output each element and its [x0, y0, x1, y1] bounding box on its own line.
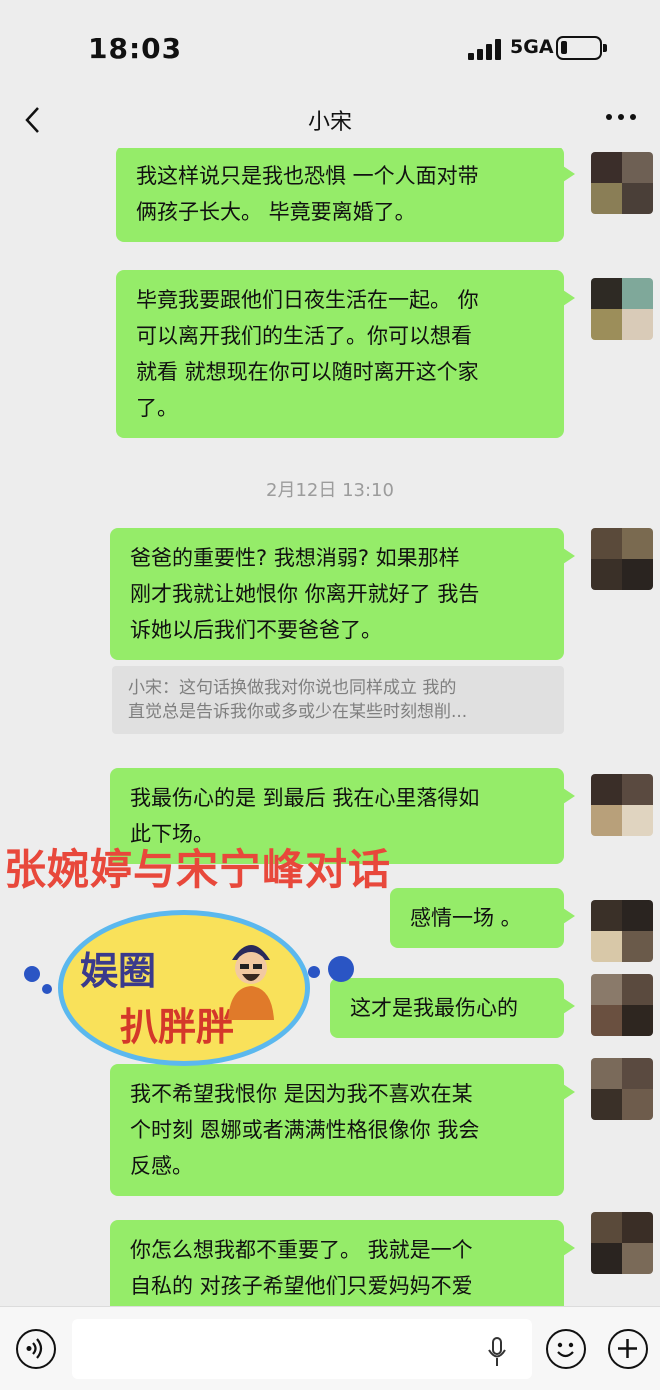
network-label: 5GA [510, 36, 554, 58]
message-bubble[interactable]: 毕竟我要跟他们日夜生活在一起。 你可以离开我们的生活了。你可以想看 就看 就想现… [116, 270, 575, 438]
message-timestamp: 2月12日 13:10 [266, 480, 394, 501]
voice-icon[interactable] [16, 1329, 56, 1369]
input-bar [0, 1306, 660, 1390]
avatar[interactable] [591, 1058, 653, 1120]
watermark-caption: 张婉婷与宋宁峰对话 [4, 845, 392, 894]
plus-icon[interactable] [608, 1329, 648, 1369]
logo-text: 娱圈 [80, 949, 157, 993]
signal-icon [468, 38, 502, 60]
avatar[interactable] [591, 774, 653, 836]
avatar[interactable] [591, 900, 653, 962]
avatar[interactable] [591, 528, 653, 590]
message-bubble[interactable]: 这才是我最伤心的 [330, 978, 575, 1038]
logo-text: 扒胖胖 [120, 1005, 235, 1049]
microphone-icon[interactable] [488, 1337, 506, 1367]
nav-bar: 小宋 [0, 96, 660, 148]
status-time: 18:03 [88, 32, 183, 65]
quoted-reply[interactable]: 小宋：这句话换做我对你说也同样成立 我的 直觉总是告诉我你或多或少在某些时刻想削… [112, 666, 564, 734]
more-dots-icon[interactable] [606, 114, 636, 122]
avatar[interactable] [591, 1212, 653, 1274]
chat-title: 小宋 [307, 110, 352, 135]
battery-icon [556, 36, 607, 60]
message-bubble[interactable]: 爸爸的重要性? 我想消弱? 如果那样 刚才我就让她恨你 你离开就好了 我告 诉她以… [110, 528, 575, 660]
cartoon-avatar-icon [228, 945, 274, 1020]
message-bubble[interactable]: 你怎么想我都不重要了。 我就是一个 自私的 对孩子希望他们只爱妈妈不爱 [110, 1220, 575, 1306]
message-bubble[interactable]: 我这样说只是我也恐惧 一个人面对带 俩孩子长大。 毕竟要离婚了。 [116, 148, 575, 242]
status-bar: 18:03 5GA [0, 0, 660, 96]
message-bubble[interactable]: 我不希望我恨你 是因为我不喜欢在某 个时刻 恩娜或者满满性格很像你 我会 反感。 [110, 1064, 575, 1196]
avatar[interactable] [591, 278, 653, 340]
message-input[interactable] [72, 1319, 532, 1379]
avatar[interactable] [591, 152, 653, 214]
avatar[interactable] [591, 974, 653, 1036]
emoji-icon[interactable] [546, 1329, 586, 1369]
message-bubble[interactable]: 感情一场 。 [390, 888, 575, 948]
chat-messages: 我这样说只是我也恐惧 一个人面对带 俩孩子长大。 毕竟要离婚了。 毕竟我要跟他们日… [0, 148, 660, 1306]
